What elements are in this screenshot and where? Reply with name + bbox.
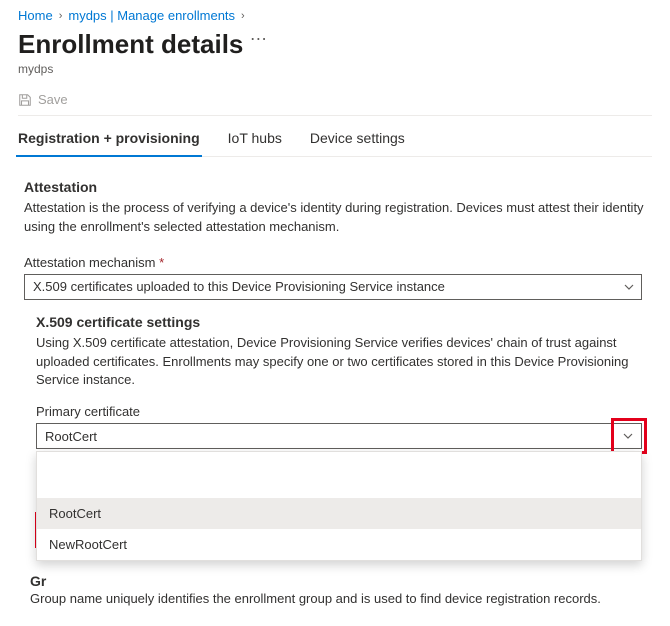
dropdown-option-newrootcert[interactable]: NewRootCert: [37, 529, 641, 560]
breadcrumb-home[interactable]: Home: [18, 8, 53, 23]
primary-certificate-value: RootCert: [45, 429, 97, 444]
toolbar: Save: [18, 88, 652, 116]
x509-settings-description: Using X.509 certificate attestation, Dev…: [36, 334, 652, 391]
dropdown-option-rootcert[interactable]: RootCert: [37, 498, 641, 529]
x509-settings-heading: X.509 certificate settings: [36, 314, 652, 330]
attestation-mechanism-select[interactable]: X.509 certificates uploaded to this Devi…: [24, 274, 642, 300]
tab-iot-hubs[interactable]: IoT hubs: [228, 130, 282, 156]
save-button[interactable]: Save: [38, 92, 68, 107]
tab-device-settings[interactable]: Device settings: [310, 130, 405, 156]
chevron-down-icon: [623, 281, 635, 293]
breadcrumb: Home › mydps | Manage enrollments ›: [18, 8, 652, 23]
more-actions-button[interactable]: …: [249, 25, 267, 43]
chevron-right-icon: ›: [241, 10, 245, 22]
primary-certificate-dropdown: RootCert NewRootCert: [36, 451, 642, 561]
attestation-mechanism-label: Attestation mechanism *: [24, 255, 652, 270]
chevron-down-icon: [614, 424, 641, 448]
attestation-description: Attestation is the process of verifying …: [24, 199, 644, 237]
tab-registration-provisioning[interactable]: Registration + provisioning: [18, 130, 200, 156]
group-name-heading: Gr: [30, 573, 652, 589]
save-icon: [18, 93, 32, 107]
page-subtitle: mydps: [18, 62, 652, 76]
attestation-heading: Attestation: [24, 179, 652, 195]
required-indicator: *: [159, 255, 164, 270]
group-name-description: Group name uniquely identifies the enrol…: [30, 591, 652, 606]
primary-certificate-select[interactable]: RootCert: [36, 423, 642, 449]
breadcrumb-item[interactable]: mydps | Manage enrollments: [68, 8, 235, 23]
tabs: Registration + provisioning IoT hubs Dev…: [18, 116, 652, 157]
page-title: Enrollment details: [18, 29, 243, 60]
chevron-right-icon: ›: [59, 10, 63, 22]
attestation-mechanism-value: X.509 certificates uploaded to this Devi…: [33, 279, 445, 294]
primary-certificate-label: Primary certificate: [36, 404, 652, 419]
dropdown-option-blank[interactable]: [37, 452, 641, 498]
